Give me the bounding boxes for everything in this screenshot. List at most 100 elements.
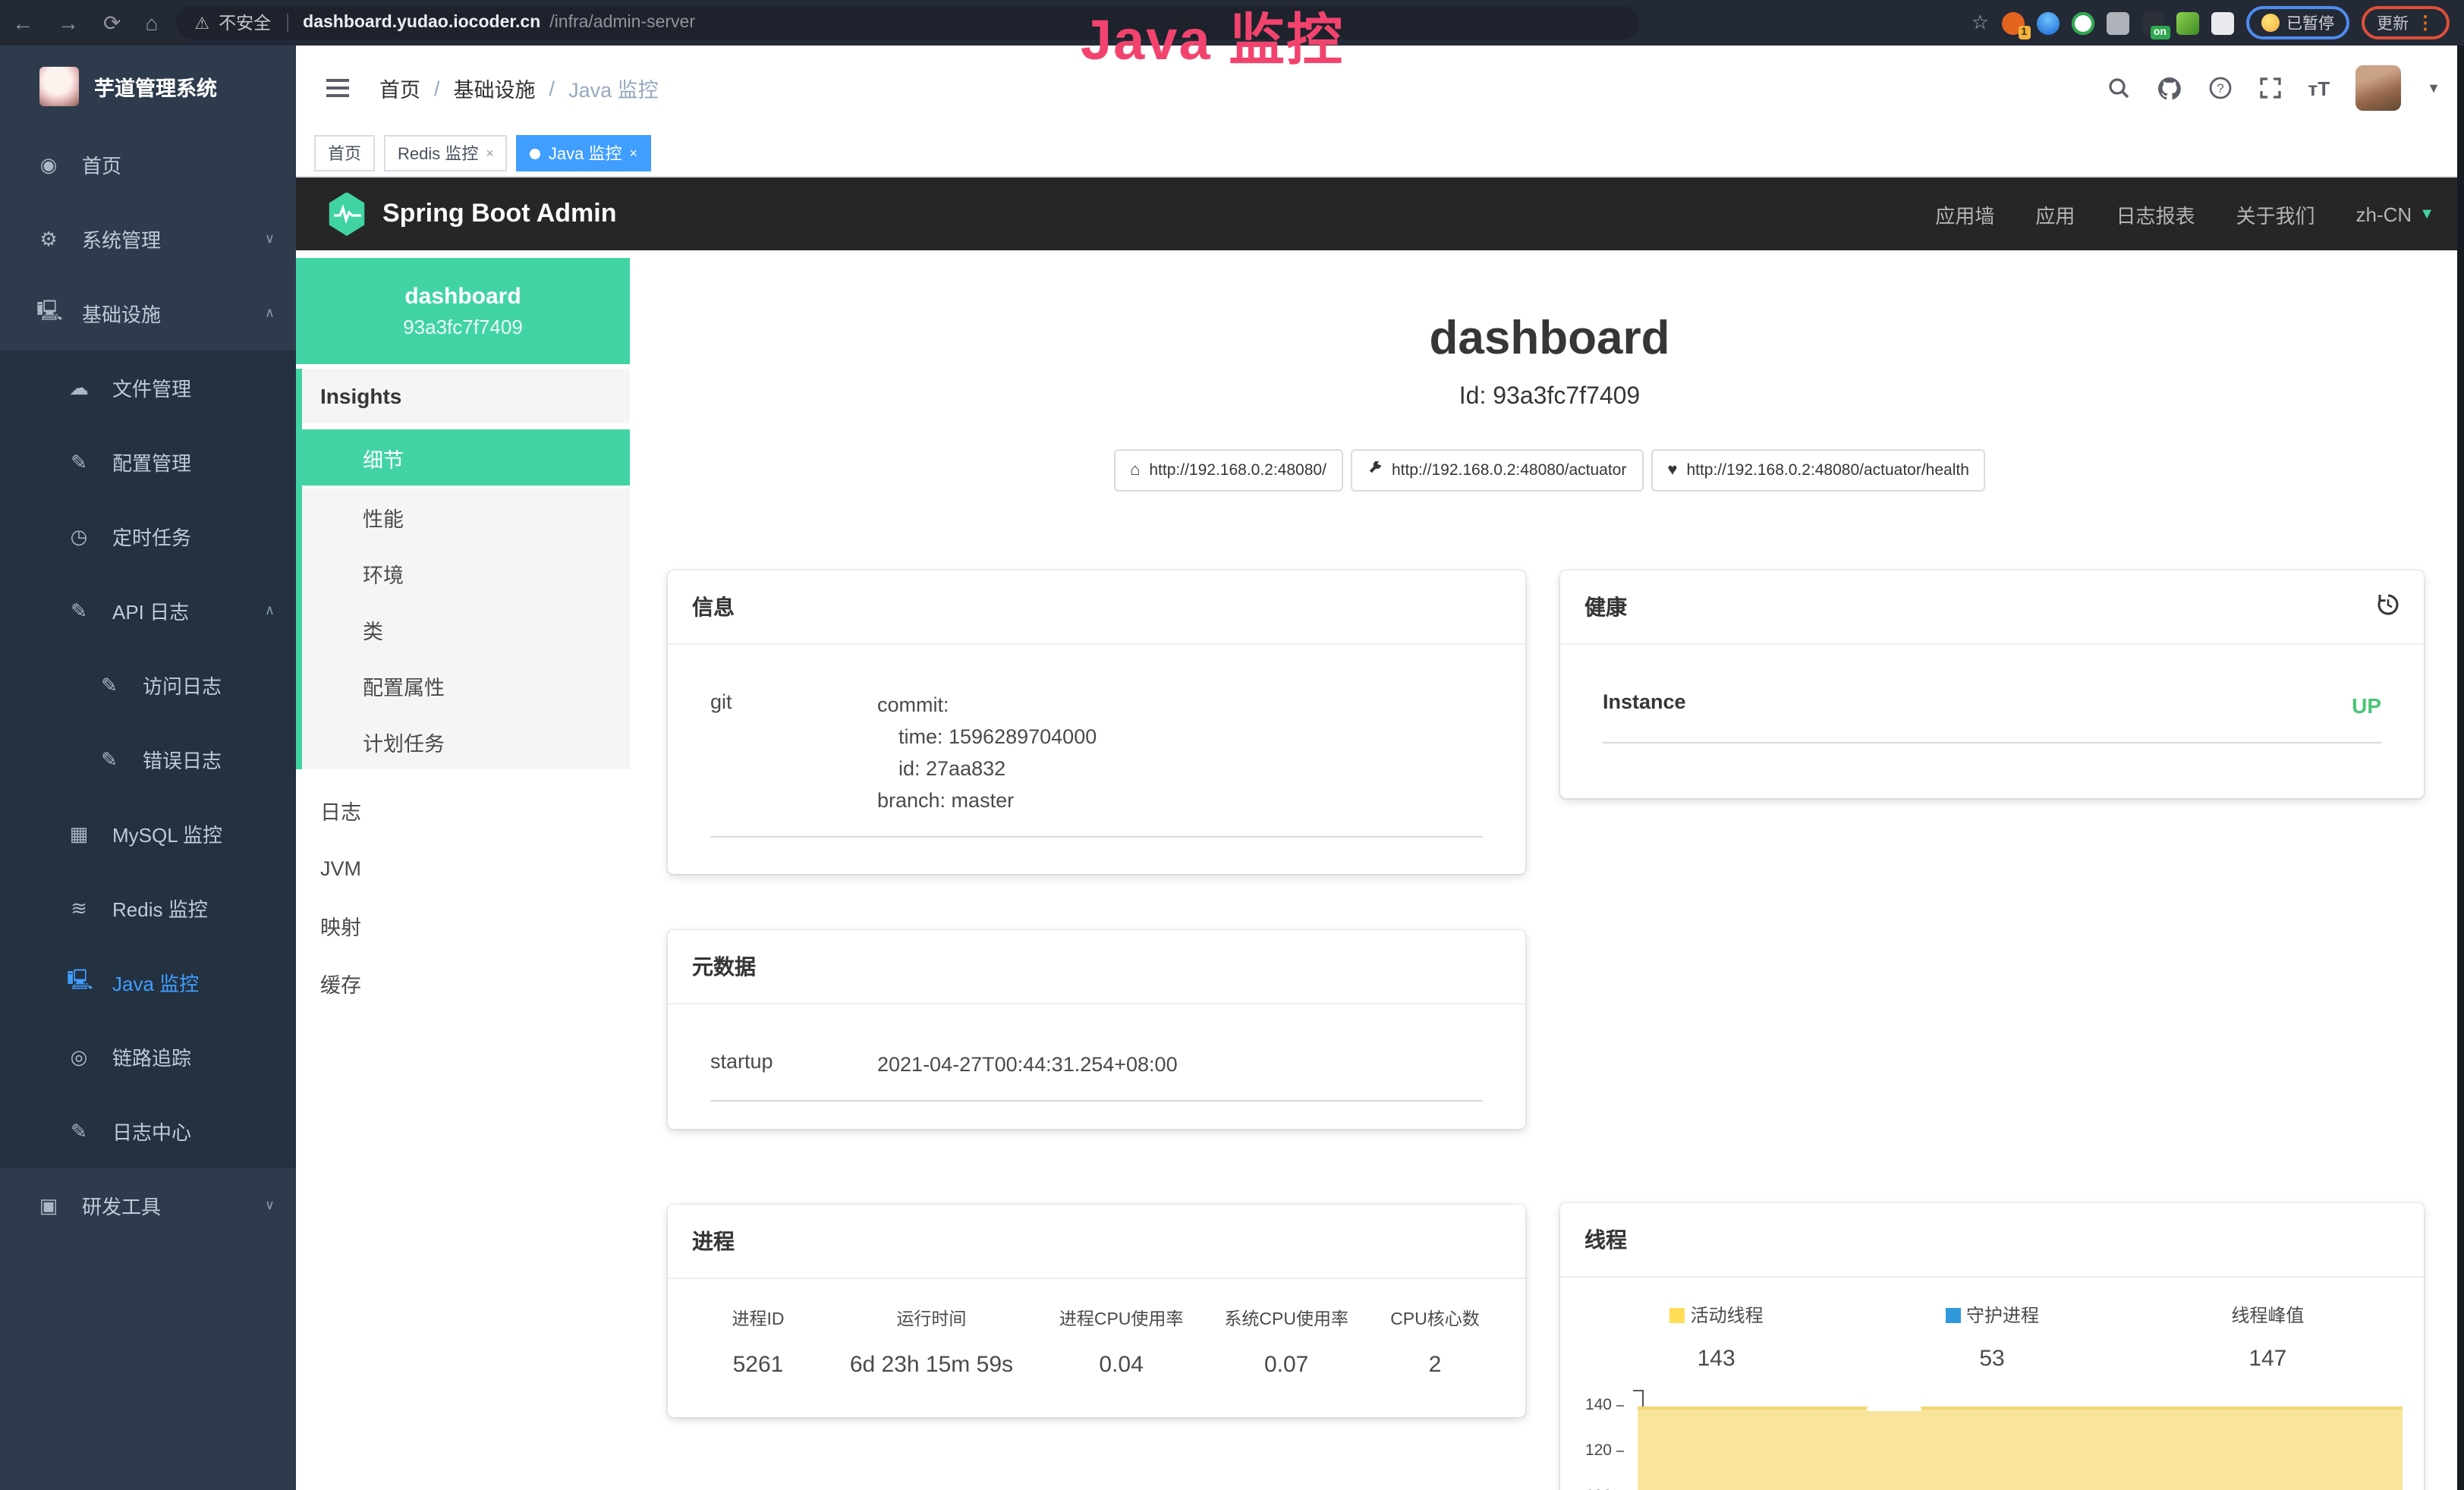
health-url-button[interactable]: ♥ http://192.168.0.2:48080/actuator/heal… [1651, 449, 1986, 492]
chevron-down-icon: ▼ [2419, 206, 2434, 222]
fullscreen-icon[interactable] [2258, 76, 2283, 100]
health-status-badge: UP [1770, 690, 2381, 723]
browser-menu-kebab-icon[interactable]: ⋮ [2416, 12, 2434, 33]
security-label: 不安全 [219, 11, 271, 35]
sidebar-item-config-management[interactable]: ✎ 配置管理 [0, 425, 296, 499]
threads-area-chart: 140 120 100 [1578, 1396, 2406, 1490]
sidebar-item-infrastructure[interactable]: 🖳 基础设施 ∧ [0, 276, 296, 350]
active-dot [530, 148, 541, 159]
monitor-icon: 🖳 [36, 297, 61, 330]
sba-menu-scheduled[interactable]: 计划任务 [302, 713, 630, 769]
sidebar-item-dev-tools[interactable]: ▣ 研发工具 ∨ [0, 1168, 296, 1243]
actuator-url-button[interactable]: http://192.168.0.2:48080/actuator [1351, 449, 1643, 492]
cloud-upload-icon: ☁ [67, 376, 91, 400]
forward-icon[interactable]: → [58, 0, 79, 46]
sidebar-item-error-logs[interactable]: ✎ 错误日志 [0, 722, 296, 797]
tag-java-monitor[interactable]: Java 监控 × [517, 135, 651, 171]
sba-content: dashboard Id: 93a3fc7f7409 ⌂ http://192.… [630, 250, 2464, 1490]
sidebar-item-api-logs[interactable]: ✎ API 日志 ∧ [0, 574, 296, 648]
reload-icon[interactable]: ⟳ [103, 0, 121, 46]
extension-icon-y-green[interactable] [2071, 11, 2094, 34]
sba-brand-title[interactable]: Spring Boot Admin [382, 199, 617, 229]
sba-nav-journal[interactable]: 日志报表 [2116, 200, 2195, 228]
sidebar-item-access-logs[interactable]: ✎ 访问日志 [0, 648, 296, 722]
extension-icon-pin[interactable] [2036, 11, 2059, 34]
sba-menu-metrics[interactable]: 性能 [302, 489, 630, 545]
sidebar-item-file-management[interactable]: ☁ 文件管理 [0, 350, 296, 425]
layers-icon: ≋ [67, 896, 91, 920]
sidebar-item-mysql-monitor[interactable]: ▦ MySQL 监控 [0, 797, 296, 871]
search-icon[interactable] [2107, 76, 2131, 100]
process-pid: 5261 [692, 1352, 824, 1378]
live-threads-value: 143 [1578, 1346, 1854, 1372]
app-title: 芋道管理系统 [94, 71, 217, 102]
extension-icon-orange[interactable]: 1 [2001, 11, 2024, 34]
extension-icon-grid[interactable] [2106, 11, 2129, 34]
update-pill[interactable]: 更新 ⋮ [2362, 6, 2450, 39]
help-icon[interactable]: ? [2208, 76, 2233, 100]
process-card: 进程 进程ID 运行时间 进程CPU使用率 系统CPU使用率 CPU核心数 [668, 1205, 1525, 1417]
breadcrumb-home[interactable]: 首页 [379, 73, 420, 103]
user-avatar[interactable] [2355, 65, 2401, 111]
sidebar-item-trace[interactable]: ◎ 链路追踪 [0, 1020, 296, 1094]
sidebar-item-java-monitor[interactable]: 🖳 Java 监控 [0, 945, 296, 1020]
extensions-puzzle-icon[interactable] [2211, 11, 2233, 34]
sidebar-item-system-management[interactable]: ⚙ 系统管理 ∨ [0, 202, 296, 276]
sba-nav-about[interactable]: 关于我们 [2236, 200, 2315, 228]
sba-menu-logs[interactable]: 日志 [296, 781, 630, 839]
bookmark-star-icon[interactable]: ☆ [1972, 11, 1989, 35]
sba-menu-details[interactable]: 细节 [302, 426, 630, 489]
extension-icon-dark[interactable]: on [2141, 11, 2163, 34]
sidebar-collapse-icon[interactable] [320, 73, 355, 103]
sba-menu-rest: 日志 JVM 映射 缓存 [296, 781, 630, 1012]
breadcrumb-infrastructure[interactable]: 基础设施 [454, 73, 536, 103]
locale-selector[interactable]: zh-CN ▼ [2356, 203, 2435, 225]
font-size-icon[interactable]: ᴛT [2308, 77, 2330, 99]
tag-redis-monitor[interactable]: Redis 监控 × [384, 135, 508, 171]
service-url-button[interactable]: ⌂ http://192.168.0.2:48080/ [1113, 449, 1343, 492]
instance-links: ⌂ http://192.168.0.2:48080/ http://192.1… [668, 449, 2431, 492]
header-toolbar: ? ᴛT ▼ [2107, 65, 2440, 111]
window-scrollbar-edge[interactable] [2457, 46, 2464, 1490]
sba-menu-caches[interactable]: 缓存 [296, 954, 630, 1012]
github-icon[interactable] [2157, 75, 2182, 101]
extension-icon-green[interactable] [2176, 11, 2198, 34]
sba-menu-config-props[interactable]: 配置属性 [302, 657, 630, 713]
sba-menu-jvm[interactable]: JVM [296, 839, 630, 897]
edit-icon: ✎ [67, 1119, 91, 1143]
close-icon[interactable]: × [630, 146, 638, 161]
address-bar[interactable]: ⚠ 不安全 dashboard.yudao.iocoder.cn/infra/a… [176, 6, 1639, 39]
edit-icon: ✎ [97, 673, 121, 697]
sidebar-item-redis-monitor[interactable]: ≋ Redis 监控 [0, 871, 296, 945]
user-menu-caret-icon[interactable]: ▼ [2427, 80, 2440, 96]
sidebar-item-home[interactable]: ◉ 首页 [0, 127, 296, 202]
info-git-row: git commit: time: 1596289704000 id: 27aa… [710, 672, 1483, 837]
area-dip [1867, 1407, 1921, 1411]
cpu-cores: 2 [1369, 1352, 1501, 1378]
paused-pill[interactable]: 已暂停 [2245, 6, 2349, 39]
process-uptime: 6d 23h 15m 59s [824, 1352, 1039, 1378]
sidebar-item-log-center[interactable]: ✎ 日志中心 [0, 1094, 296, 1168]
close-icon[interactable]: × [486, 146, 494, 161]
app-logo-row[interactable]: 芋道管理系统 [0, 46, 296, 127]
sba-menu-environment[interactable]: 环境 [302, 545, 630, 601]
history-icon[interactable] [2377, 593, 2399, 621]
emoji-face-icon [2261, 14, 2279, 32]
legend-daemon-threads: 守护进程 [1854, 1302, 2129, 1328]
sba-nav-applications[interactable]: 应用 [2035, 200, 2075, 228]
page-instance-id: Id: 93a3fc7f7409 [668, 384, 2431, 411]
tag-home[interactable]: 首页 [314, 135, 375, 171]
metadata-card: 元数据 startup 2021-04-27T00:44:31.254+08:0… [668, 930, 1525, 1129]
metadata-key: startup [710, 1050, 877, 1082]
sba-menu-classes[interactable]: 类 [302, 601, 630, 657]
url-domain: dashboard.yudao.iocoder.cn [303, 14, 540, 32]
sba-instance-sidebar: dashboard 93a3fc7f7409 Insights 细节 性能 环境… [296, 250, 630, 1490]
instance-header[interactable]: dashboard 93a3fc7f7409 [296, 258, 630, 364]
back-icon[interactable]: ← [12, 0, 33, 46]
sba-menu-mappings[interactable]: 映射 [296, 897, 630, 954]
home-icon[interactable]: ⌂ [145, 0, 158, 46]
sidebar-item-scheduled-tasks[interactable]: ◷ 定时任务 [0, 499, 296, 574]
infrastructure-submenu: ☁ 文件管理 ✎ 配置管理 ◷ 定时任务 ✎ API 日志 ∧ [0, 350, 296, 1168]
sba-nav-wallboard[interactable]: 应用墙 [1935, 200, 1994, 228]
url-path: /infra/admin-server [549, 14, 695, 32]
